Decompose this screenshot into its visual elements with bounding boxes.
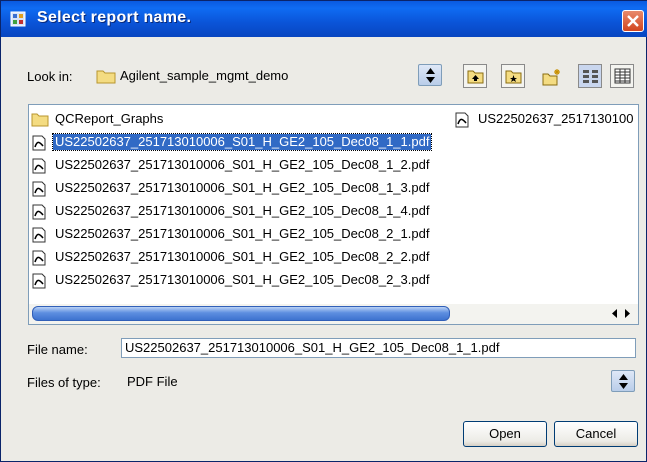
cancel-button[interactable]: Cancel xyxy=(554,421,638,447)
new-folder-icon xyxy=(542,69,560,86)
pdf-file-icon xyxy=(32,181,46,197)
select-report-dialog: Select report name. Look in: Agilent_sam… xyxy=(0,0,647,462)
folder-icon xyxy=(31,113,49,127)
file-name: US22502637_251713010006_S01_H_GE2_105_De… xyxy=(55,157,430,172)
list-item-file[interactable]: US22502637_251713010006_S01_H_GE2_105_De… xyxy=(31,155,451,176)
scroll-right-icon[interactable] xyxy=(623,309,632,318)
files-of-type-dropdown-button[interactable] xyxy=(611,370,635,392)
file-name: US22502637_2517130100 xyxy=(478,111,634,126)
files-of-type-dropdown[interactable]: PDF File xyxy=(121,370,636,394)
file-name: QCReport_Graphs xyxy=(55,111,164,126)
pdf-file-icon xyxy=(32,158,46,174)
pdf-file-icon xyxy=(32,204,46,220)
horizontal-scrollbar[interactable] xyxy=(29,304,638,324)
look-in-label: Look in: xyxy=(27,69,73,84)
close-icon xyxy=(627,15,639,27)
file-name-input[interactable]: US22502637_251713010006_S01_H_GE2_105_De… xyxy=(121,338,636,358)
pdf-file-icon xyxy=(455,112,469,128)
list-item-file[interactable]: US22502637_2517130100 xyxy=(454,109,638,130)
file-list[interactable]: QCReport_Graphs US22502637_251713010006_… xyxy=(28,104,639,325)
spin-arrows-icon xyxy=(619,374,628,389)
list-view-button[interactable] xyxy=(578,64,602,88)
open-button[interactable]: Open xyxy=(463,421,547,447)
look-in-dropdown-button[interactable] xyxy=(418,64,442,86)
scroll-left-icon[interactable] xyxy=(610,309,619,318)
file-name: US22502637_251713010006_S01_H_GE2_105_De… xyxy=(55,272,430,287)
list-item-file[interactable]: US22502637_251713010006_S01_H_GE2_105_De… xyxy=(31,178,451,199)
list-item-file[interactable]: US22502637_251713010006_S01_H_GE2_105_De… xyxy=(31,270,451,291)
file-name: US22502637_251713010006_S01_H_GE2_105_De… xyxy=(51,133,433,151)
list-item-file[interactable]: US22502637_251713010006_S01_H_GE2_105_De… xyxy=(31,224,451,245)
file-name: US22502637_251713010006_S01_H_GE2_105_De… xyxy=(55,203,430,218)
new-folder-button[interactable] xyxy=(538,64,562,88)
look-in-value: Agilent_sample_mgmt_demo xyxy=(120,68,289,83)
dialog-title: Select report name. xyxy=(37,9,192,26)
desktop-button[interactable] xyxy=(501,64,525,88)
close-button[interactable] xyxy=(622,10,644,32)
spin-arrows-icon xyxy=(426,68,435,83)
details-view-button[interactable] xyxy=(610,64,634,88)
look-in-dropdown[interactable]: Agilent_sample_mgmt_demo xyxy=(89,61,443,91)
folder-icon xyxy=(96,70,116,84)
list-item-file[interactable]: US22502637_251713010006_S01_H_GE2_105_De… xyxy=(31,201,451,222)
files-of-type-value: PDF File xyxy=(127,374,178,389)
pdf-file-icon xyxy=(32,135,46,151)
file-name: US22502637_251713010006_S01_H_GE2_105_De… xyxy=(55,180,430,195)
list-item-file[interactable]: US22502637_251713010006_S01_H_GE2_105_De… xyxy=(31,247,451,268)
list-item-folder[interactable]: QCReport_Graphs xyxy=(31,109,431,130)
list-view-icon xyxy=(583,70,598,83)
file-name: US22502637_251713010006_S01_H_GE2_105_De… xyxy=(55,249,430,264)
up-one-level-button[interactable] xyxy=(463,64,487,88)
list-item-file[interactable]: US22502637_251713010006_S01_H_GE2_105_De… xyxy=(31,132,451,153)
title-bar[interactable]: Select report name. xyxy=(1,1,647,37)
details-view-icon xyxy=(614,68,631,84)
app-icon xyxy=(10,11,26,27)
file-name-label: File name: xyxy=(27,342,88,357)
folder-up-icon xyxy=(467,70,484,84)
files-of-type-label: Files of type: xyxy=(27,375,101,390)
scrollbar-thumb[interactable] xyxy=(32,306,450,321)
pdf-file-icon xyxy=(32,250,46,266)
file-name: US22502637_251713010006_S01_H_GE2_105_De… xyxy=(55,226,430,241)
folder-star-icon xyxy=(505,70,522,84)
pdf-file-icon xyxy=(32,227,46,243)
pdf-file-icon xyxy=(32,273,46,289)
